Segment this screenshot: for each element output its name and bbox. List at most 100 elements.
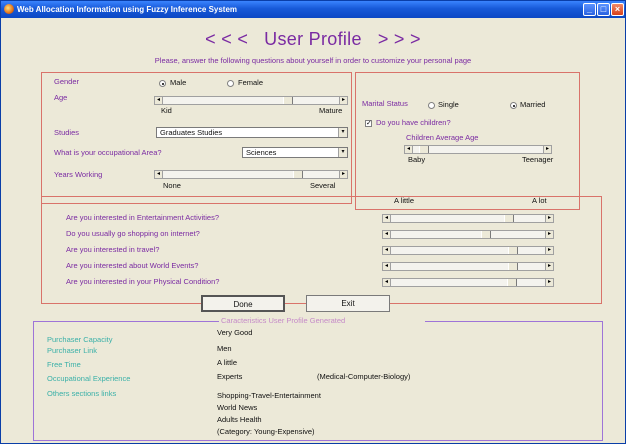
- age-max-label: Mature: [319, 106, 343, 115]
- interest-slider-thumb[interactable]: [480, 231, 491, 238]
- slider-left-arrow-icon[interactable]: ◂: [383, 279, 391, 286]
- personal-panel: Gender Male Female Age ◂ ▸ Kid Mature St…: [41, 72, 352, 204]
- age-slider[interactable]: ◂ ▸: [154, 96, 348, 105]
- slider-left-arrow-icon[interactable]: ◂: [155, 171, 163, 178]
- right-arrows: > > >: [377, 29, 421, 49]
- interest-question-label: Are you interested in Entertainment Acti…: [66, 213, 219, 222]
- gender-male-label: Male: [170, 78, 187, 87]
- page-title-text: User Profile: [264, 29, 362, 49]
- free-time-label: Free Time: [47, 360, 81, 369]
- children-label: Do you have children?: [376, 118, 451, 127]
- slider-right-arrow-icon[interactable]: ▸: [545, 231, 553, 238]
- slider-right-arrow-icon[interactable]: ▸: [339, 171, 347, 178]
- interest-question-label: Are you interested in travel?: [66, 245, 160, 254]
- marital-label: Marital Status: [362, 99, 408, 108]
- gender-female-radio[interactable]: [227, 80, 234, 87]
- children-age-slider-thumb[interactable]: [419, 146, 430, 153]
- free-time-value: A little: [217, 358, 238, 367]
- minimize-icon[interactable]: _: [583, 3, 596, 16]
- gender-label: Gender: [54, 77, 80, 86]
- window-title: Web Allocation Information using Fuzzy I…: [17, 5, 238, 14]
- interest-slider-thumb[interactable]: [506, 279, 517, 286]
- occupation-label: What is your occupational Area?: [54, 148, 162, 157]
- family-panel: Marital Status Single Married ✓ Do you h…: [355, 72, 580, 210]
- matlab-app-icon: [4, 4, 14, 14]
- interest-slider[interactable]: ◂ ▸: [382, 230, 554, 239]
- occupation-value: Sciences: [246, 148, 277, 157]
- scale-min-label: A little: [394, 196, 415, 205]
- marital-married-label: Married: [520, 100, 546, 109]
- age-label: Age: [54, 93, 68, 102]
- studies-label: Studies: [54, 128, 80, 137]
- slider-left-arrow-icon[interactable]: ◂: [155, 97, 163, 104]
- interest-question-label: Are you interested in your Physical Cond…: [66, 277, 220, 286]
- years-slider-thumb[interactable]: [293, 171, 304, 178]
- page-subtitle: Please, answer the following questions a…: [154, 56, 472, 65]
- slider-left-arrow-icon[interactable]: ◂: [405, 146, 413, 153]
- occupational-experience-value: Experts: [217, 372, 243, 381]
- interest-slider-thumb[interactable]: [508, 247, 519, 254]
- app-window: Web Allocation Information using Fuzzy I…: [0, 0, 626, 444]
- slider-left-arrow-icon[interactable]: ◂: [383, 247, 391, 254]
- studies-dropdown[interactable]: Graduates Studies ▾: [156, 127, 348, 138]
- exit-button[interactable]: Exit: [306, 295, 390, 312]
- slider-right-arrow-icon[interactable]: ▸: [545, 247, 553, 254]
- slider-right-arrow-icon[interactable]: ▸: [545, 215, 553, 222]
- purchaser-link-label: Purchaser Link: [47, 346, 98, 355]
- title-bar[interactable]: Web Allocation Information using Fuzzy I…: [1, 1, 625, 18]
- interest-slider[interactable]: ◂ ▸: [382, 278, 554, 287]
- interest-slider[interactable]: ◂ ▸: [382, 214, 554, 223]
- interest-question-label: Are you interested about World Events?: [66, 261, 199, 270]
- purchaser-link-value: Men: [217, 344, 232, 353]
- children-checkbox[interactable]: ✓: [365, 120, 372, 127]
- form-area: < < < User Profile > > > Please, answer th…: [3, 19, 623, 443]
- adults-health-link: Adults Health: [217, 415, 262, 424]
- slider-left-arrow-icon[interactable]: ◂: [383, 231, 391, 238]
- purchaser-capacity-label: Purchaser Capacity: [47, 335, 113, 344]
- marital-married-radio[interactable]: [510, 102, 517, 109]
- marital-single-label: Single: [438, 100, 459, 109]
- children-age-slider[interactable]: ◂ ▸: [404, 145, 552, 154]
- left-arrows: < < <: [205, 29, 249, 49]
- occupational-experience-extra: (Medical-Computer-Biology): [317, 372, 411, 381]
- done-button[interactable]: Done: [201, 295, 285, 312]
- years-min-label: None: [163, 181, 181, 190]
- marital-single-radio[interactable]: [428, 102, 435, 109]
- gender-male-radio[interactable]: [159, 80, 166, 87]
- category-note: (Category: Young-Expensive): [217, 427, 315, 436]
- children-age-min-label: Baby: [408, 155, 426, 164]
- interests-panel: A little A lot Are you interested in Ent…: [41, 196, 602, 304]
- occupational-experience-label: Occupational Experience: [47, 374, 131, 383]
- others-sections-value: Shopping-Travel-Entertainment: [217, 391, 321, 400]
- slider-right-arrow-icon[interactable]: ▸: [543, 146, 551, 153]
- world-news-link: World News: [217, 403, 258, 412]
- scale-max-label: A lot: [532, 196, 547, 205]
- interest-slider-thumb[interactable]: [508, 263, 519, 270]
- slider-left-arrow-icon[interactable]: ◂: [383, 215, 391, 222]
- maximize-icon[interactable]: □: [597, 3, 610, 16]
- interest-slider[interactable]: ◂ ▸: [382, 262, 554, 271]
- children-age-label: Children Average Age: [406, 133, 479, 142]
- slider-right-arrow-icon[interactable]: ▸: [545, 279, 553, 286]
- age-min-label: Kid: [161, 106, 172, 115]
- close-icon[interactable]: ×: [611, 3, 624, 16]
- years-label: Years Working: [54, 170, 103, 179]
- years-max-label: Several: [310, 181, 336, 190]
- interest-question-label: Do you usually go shopping on internet?: [66, 229, 200, 238]
- studies-value: Graduates Studies: [160, 128, 223, 137]
- interest-slider-thumb[interactable]: [503, 215, 514, 222]
- slider-right-arrow-icon[interactable]: ▸: [339, 97, 347, 104]
- age-slider-thumb[interactable]: [282, 97, 293, 104]
- results-top-border-left: [33, 321, 219, 322]
- gender-female-label: Female: [238, 78, 264, 87]
- interest-slider[interactable]: ◂ ▸: [382, 246, 554, 255]
- slider-left-arrow-icon[interactable]: ◂: [383, 263, 391, 270]
- slider-right-arrow-icon[interactable]: ▸: [545, 263, 553, 270]
- chevron-down-icon[interactable]: ▾: [338, 128, 347, 137]
- purchaser-capacity-value: Very Good: [217, 328, 253, 337]
- page-title: < < < User Profile > > >: [3, 29, 623, 50]
- years-slider[interactable]: ◂ ▸: [154, 170, 348, 179]
- chevron-down-icon[interactable]: ▾: [338, 148, 347, 157]
- children-age-max-label: Teenager: [522, 155, 554, 164]
- occupation-dropdown[interactable]: Sciences ▾: [242, 147, 348, 158]
